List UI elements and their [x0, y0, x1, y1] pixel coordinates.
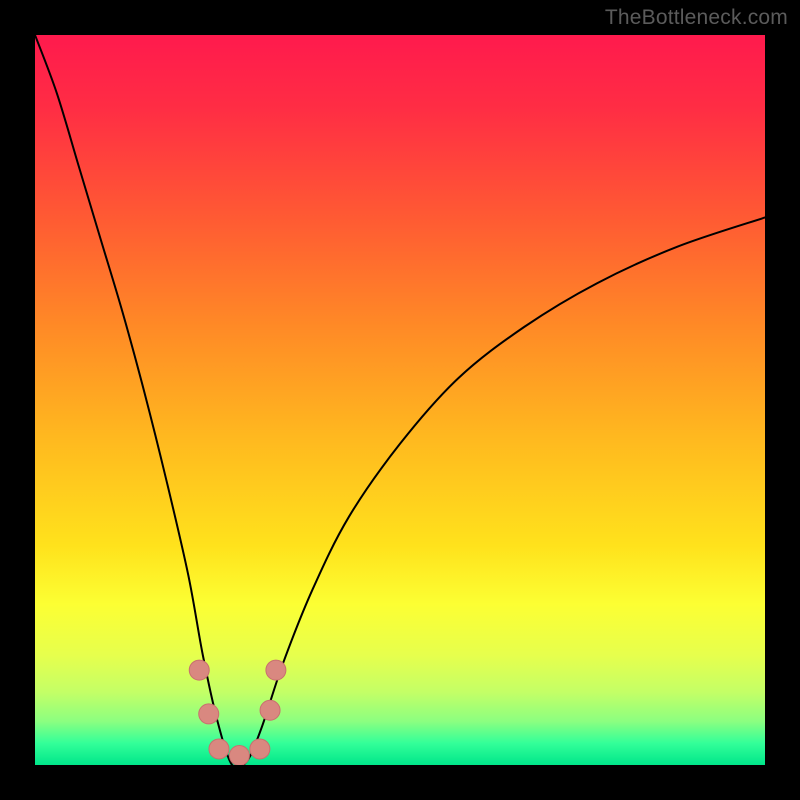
curve-marker — [229, 746, 249, 765]
curve-marker — [260, 700, 280, 720]
chart-frame: TheBottleneck.com — [0, 0, 800, 800]
curve-marker — [189, 660, 209, 680]
curve-marker — [266, 660, 286, 680]
curve-marker — [250, 739, 270, 759]
plot-background — [35, 35, 765, 765]
curve-marker — [209, 739, 229, 759]
plot-area — [35, 35, 765, 765]
curve-marker — [199, 704, 219, 724]
watermark-text: TheBottleneck.com — [605, 6, 788, 30]
chart-svg — [35, 35, 765, 765]
